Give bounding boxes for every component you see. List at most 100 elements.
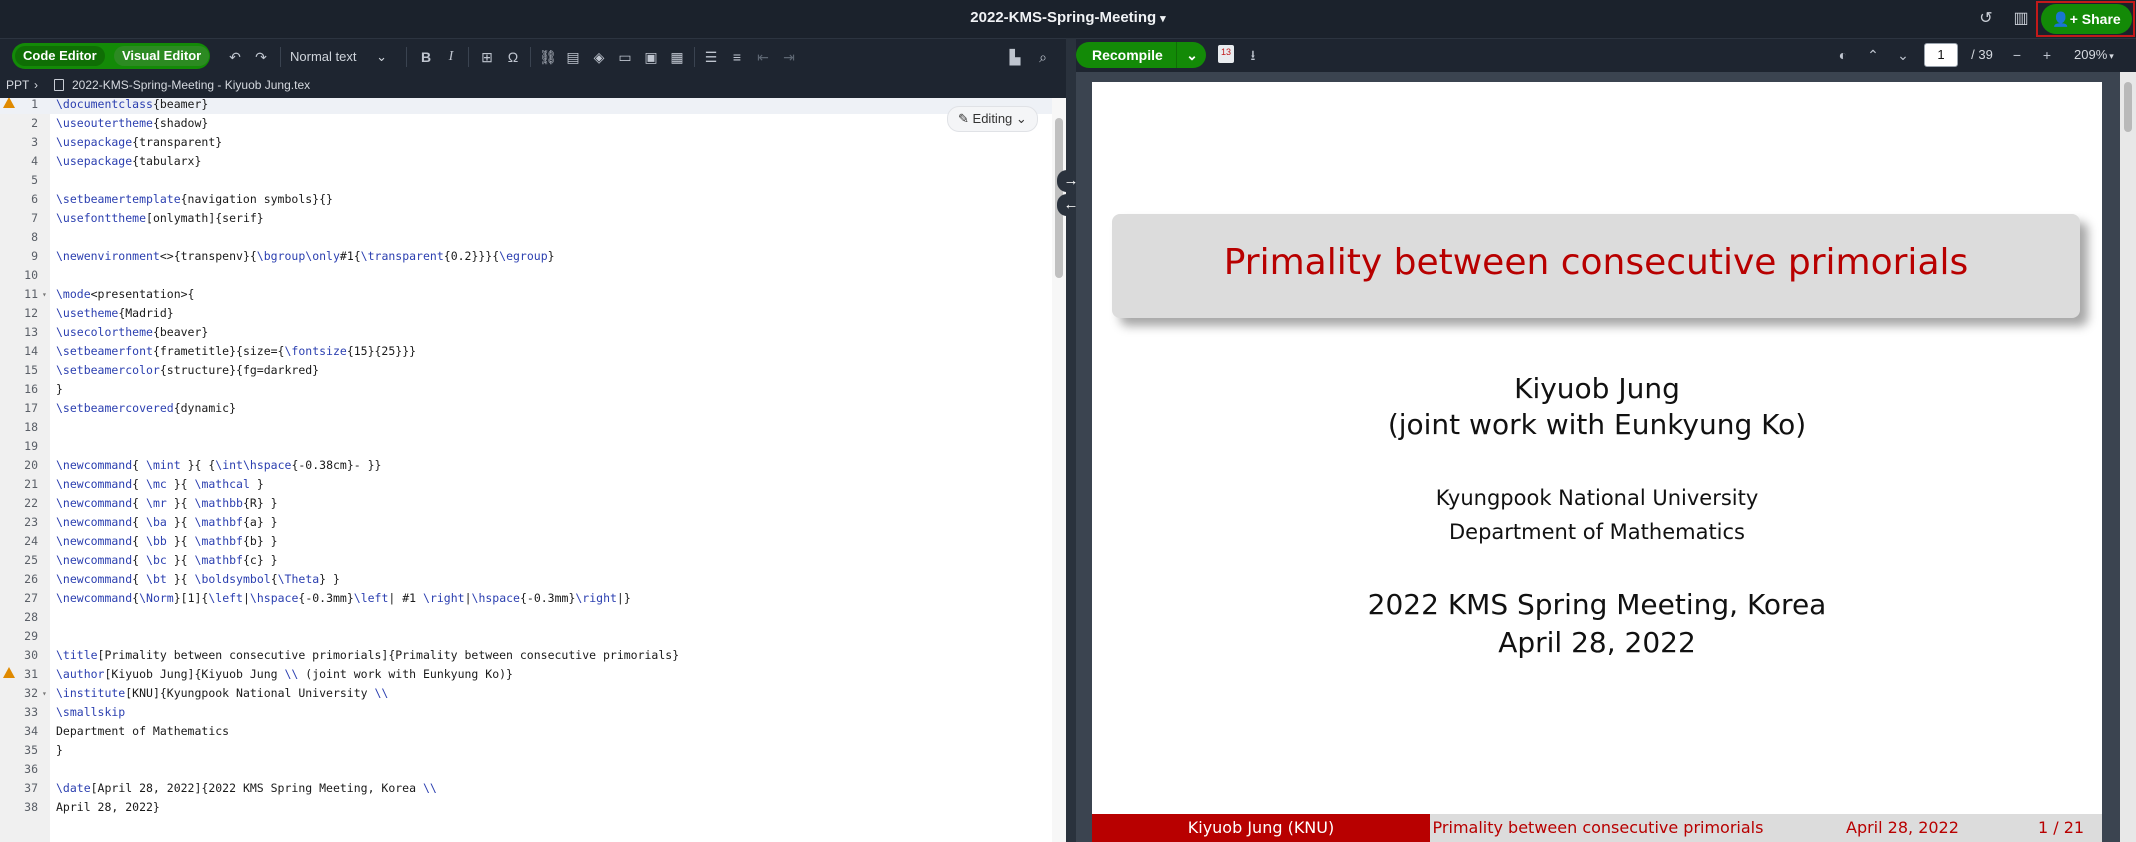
code-line[interactable]: 8 bbox=[0, 228, 1052, 247]
code-line[interactable]: 10 bbox=[0, 266, 1052, 285]
pencil-icon: ✎ bbox=[958, 111, 969, 126]
code-line[interactable]: 14 \setbeamerfont{frametitle}{size={\font… bbox=[0, 342, 1052, 361]
code-text: \setbeamercovered{dynamic} bbox=[56, 401, 237, 415]
line-number: 16 bbox=[24, 382, 38, 396]
visual-editor-toggle[interactable]: Visual Editor bbox=[114, 46, 210, 66]
code-line[interactable]: 19 bbox=[0, 437, 1052, 456]
undo-icon[interactable]: ↶ bbox=[224, 47, 246, 67]
editing-mode-button[interactable]: ✎ Editing ⌄ bbox=[947, 106, 1038, 132]
link-icon[interactable]: ⛓ bbox=[537, 47, 559, 67]
code-line[interactable]: 17 \setbeamercovered{dynamic} bbox=[0, 399, 1052, 418]
zoom-value: 209% bbox=[2074, 47, 2108, 62]
scrollbar-thumb[interactable] bbox=[2124, 82, 2132, 132]
code-line[interactable]: 29 bbox=[0, 627, 1052, 646]
code-editor-toggle[interactable]: Code Editor bbox=[15, 46, 105, 66]
code-line[interactable]: 30 \title[Primality between consecutive p… bbox=[0, 646, 1052, 665]
code-line[interactable]: 27 \newcommand{\Norm}[1]{\left|\hspace{-0… bbox=[0, 589, 1052, 608]
code-line[interactable]: 21 \newcommand{ \mc }{ \mathcal } bbox=[0, 475, 1052, 494]
chevron-up-icon[interactable]: ⌃ bbox=[1862, 45, 1884, 65]
line-number: 30 bbox=[24, 648, 38, 662]
code-line[interactable]: 16} bbox=[0, 380, 1052, 399]
code-line[interactable]: 32 ▾ \institute[KNU]{Kyungpook National Un… bbox=[0, 684, 1052, 703]
figure-icon[interactable]: ▣ bbox=[640, 47, 662, 67]
table-icon[interactable]: ▦ bbox=[666, 47, 688, 67]
code-line[interactable]: 26 \newcommand{ \bt }{ \boldsymbol{\Theta… bbox=[0, 570, 1052, 589]
code-line[interactable]: 38 April 28, 2022} bbox=[0, 798, 1052, 817]
numbered-list-icon[interactable]: ≡ bbox=[726, 47, 748, 67]
line-number: 12 bbox=[24, 306, 38, 320]
code-line[interactable]: 36 bbox=[0, 760, 1052, 779]
search-icon[interactable]: ⌕ bbox=[1032, 47, 1054, 67]
code-line[interactable]: 9 \newenvironment<>{transpenv}{\bgroup\on… bbox=[0, 247, 1052, 266]
line-number: 10 bbox=[24, 268, 38, 282]
indent-icon[interactable]: ⇥ bbox=[778, 47, 800, 67]
code-line[interactable]: 5 bbox=[0, 171, 1052, 190]
chevron-down-icon[interactable]: ▾ bbox=[1160, 13, 1166, 25]
redo-icon[interactable]: ↷ bbox=[250, 47, 272, 67]
breadcrumb-file[interactable]: 2022-KMS-Spring-Meeting - Kiyuob Jung.te… bbox=[72, 72, 310, 98]
zoom-out-icon[interactable]: − bbox=[2006, 45, 2028, 65]
pdf-scrollbar[interactable] bbox=[2120, 72, 2136, 842]
code-line[interactable]: 23 \newcommand{ \ba }{ \mathbf{a} } bbox=[0, 513, 1052, 532]
code-line[interactable]: 35} bbox=[0, 741, 1052, 760]
fold-icon[interactable]: ▾ bbox=[42, 285, 47, 304]
zoom-in-icon[interactable]: + bbox=[2036, 45, 2058, 65]
code-line[interactable]: 33 \smallskip bbox=[0, 703, 1052, 722]
chevron-down-icon[interactable]: ⌄ bbox=[1892, 45, 1914, 65]
code-line[interactable]: 1 \documentclass{beamer} bbox=[0, 98, 1052, 114]
code-line[interactable]: 28 bbox=[0, 608, 1052, 627]
text-style-select[interactable]: Normal text ⌄ bbox=[290, 47, 387, 67]
code-line[interactable]: 34 Department of Mathematics bbox=[0, 722, 1052, 741]
bullet-list-icon[interactable]: ☰ bbox=[700, 47, 722, 67]
add-user-icon: 👤+ bbox=[2052, 11, 2078, 27]
recompile-button[interactable]: Recompile ⌄ bbox=[1076, 42, 1206, 68]
pane-splitter[interactable] bbox=[1066, 38, 1076, 842]
warning-icon[interactable] bbox=[3, 98, 15, 108]
outdent-icon[interactable]: ⇤ bbox=[752, 47, 774, 67]
label-icon[interactable]: ◈ bbox=[588, 47, 610, 67]
code-line[interactable]: 12 \usetheme{Madrid} bbox=[0, 304, 1052, 323]
code-line[interactable]: 37 \date[April 28, 2022]{2022 KMS Spring … bbox=[0, 779, 1052, 798]
download-icon[interactable]: ⭳ bbox=[1242, 45, 1264, 65]
code-text: \author[Kiyuob Jung]{Kiyuob Jung \\ (joi… bbox=[56, 667, 513, 681]
code-line[interactable]: 24 \newcommand{ \bb }{ \mathbf{b} } bbox=[0, 532, 1052, 551]
bold-button[interactable]: B bbox=[415, 47, 437, 67]
line-number: 4 bbox=[31, 154, 38, 168]
share-button[interactable]: 👤+ Share bbox=[2041, 4, 2132, 34]
code-line[interactable]: 7 \usefonttheme[onlymath]{serif} bbox=[0, 209, 1052, 228]
share-label: Share bbox=[2081, 11, 2121, 27]
history-icon[interactable]: ↺ bbox=[1975, 8, 1997, 30]
code-line[interactable]: 25 \newcommand{ \bc }{ \mathbf{c} } bbox=[0, 551, 1052, 570]
code-line[interactable]: 20 \newcommand{ \mint }{ {\int\hspace{-0.… bbox=[0, 456, 1052, 475]
reference-icon[interactable]: ▭ bbox=[614, 47, 636, 67]
code-line[interactable]: 15 \setbeamercolor{structure}{fg=darkred} bbox=[0, 361, 1052, 380]
code-text: \newcommand{ \mc }{ \mathcal } bbox=[56, 477, 264, 491]
code-line[interactable]: 2 \useoutertheme{shadow} bbox=[0, 114, 1052, 133]
logs-badge[interactable]: 13 bbox=[1218, 45, 1234, 63]
fold-icon[interactable]: ▾ bbox=[42, 684, 47, 703]
comment-icon[interactable]: ▤ bbox=[562, 47, 584, 67]
warning-icon[interactable] bbox=[3, 667, 15, 678]
code-line[interactable]: 31 \author[Kiyuob Jung]{Kiyuob Jung \\ (j… bbox=[0, 665, 1052, 684]
zoom-select[interactable]: 209% ▾ bbox=[2074, 47, 2114, 62]
chevron-down-icon: ⌄ bbox=[1015, 111, 1027, 126]
math-icon[interactable]: ⊞ bbox=[476, 47, 498, 67]
contrast-icon[interactable]: ◐ bbox=[1832, 45, 1854, 65]
code-line[interactable]: 22 \newcommand{ \mr }{ \mathbb{R} } bbox=[0, 494, 1052, 513]
symbol-icon[interactable]: Ω bbox=[502, 47, 524, 67]
code-editor[interactable]: 1 \documentclass{beamer} 2 \useoutertheme{s… bbox=[0, 98, 1066, 842]
italic-button[interactable]: I bbox=[440, 47, 462, 67]
bookmark-icon[interactable]: ▙ bbox=[1004, 47, 1026, 67]
code-line[interactable]: 11 ▾ \mode<presentation>{ bbox=[0, 285, 1052, 304]
layout-icon[interactable]: ▥ bbox=[2010, 8, 2032, 30]
code-line[interactable]: 4 \usepackage{tabularx} bbox=[0, 152, 1052, 171]
project-title-menu[interactable]: 2022-KMS-Spring-Meeting ▾ bbox=[0, 9, 2136, 26]
code-line[interactable]: 6 \setbeamertemplate{navigation symbols}{… bbox=[0, 190, 1052, 209]
project-title[interactable]: 2022-KMS-Spring-Meeting bbox=[970, 9, 1156, 26]
chevron-down-icon[interactable]: ⌄ bbox=[1176, 42, 1207, 68]
breadcrumb-folder[interactable]: PPT bbox=[6, 72, 29, 98]
code-line[interactable]: 13 \usecolortheme{beaver} bbox=[0, 323, 1052, 342]
page-number-input[interactable]: 1 bbox=[1924, 43, 1958, 67]
code-line[interactable]: 3 \usepackage{transparent} bbox=[0, 133, 1052, 152]
code-line[interactable]: 18 bbox=[0, 418, 1052, 437]
